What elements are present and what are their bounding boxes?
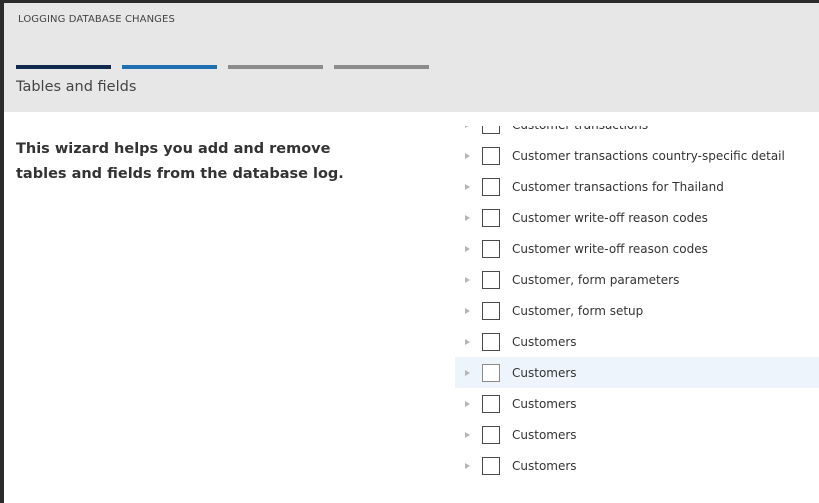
tree-row[interactable]: Customer, form setup: [455, 295, 819, 326]
tree-row-label: Customer write-off reason codes: [512, 241, 708, 256]
chevron-right-icon[interactable]: [465, 126, 470, 128]
tree-row[interactable]: Customer write-off reason codes: [455, 233, 819, 264]
chevron-right-icon[interactable]: [465, 431, 470, 438]
row-checkbox[interactable]: [482, 456, 500, 475]
tree-row[interactable]: Customer transactions: [455, 126, 819, 140]
tree-row-label: Customer write-off reason codes: [512, 210, 708, 225]
chevron-right-icon[interactable]: [465, 307, 470, 314]
row-checkbox[interactable]: [482, 146, 500, 165]
tree-row-label: Customer transactions country-specific d…: [512, 148, 785, 163]
row-checkbox[interactable]: [482, 126, 500, 134]
intro-text: This wizard helps you add and remove tab…: [16, 141, 344, 182]
tree-row[interactable]: Customer transactions for Thailand: [455, 171, 819, 202]
chevron-right-icon[interactable]: [465, 214, 470, 221]
row-checkbox[interactable]: [482, 394, 500, 413]
step-indicator-3: [228, 65, 323, 69]
row-checkbox[interactable]: [482, 239, 500, 258]
tree-row-label: Customers: [512, 396, 577, 411]
chevron-right-icon[interactable]: [465, 400, 470, 407]
tree-row[interactable]: Customers: [455, 419, 819, 450]
tree-row[interactable]: Customer write-off reason codes: [455, 202, 819, 233]
row-checkbox[interactable]: [482, 208, 500, 227]
tree-row-label: Customers: [512, 458, 577, 473]
tree-row-label: Customer, form parameters: [512, 272, 680, 287]
tree-row[interactable]: Customers: [455, 388, 819, 419]
step-indicator-2: [122, 65, 217, 69]
row-checkbox[interactable]: [482, 425, 500, 444]
chevron-right-icon[interactable]: [465, 338, 470, 345]
chevron-right-icon[interactable]: [465, 462, 470, 469]
tree-row[interactable]: Customer, form parameters: [455, 264, 819, 295]
chevron-right-icon[interactable]: [465, 276, 470, 283]
tree-row[interactable]: Customers: [455, 357, 819, 388]
row-checkbox[interactable]: [482, 332, 500, 351]
step-indicator-1: [16, 65, 111, 69]
row-checkbox[interactable]: [482, 301, 500, 320]
tree-row-label: Customers: [512, 365, 577, 380]
tree-row-label: Customer transactions for Thailand: [512, 179, 724, 194]
tree-row-label: Customers: [512, 334, 577, 349]
tree-row[interactable]: Customers: [455, 326, 819, 357]
table-tree[interactable]: Customer transactions Customer transactio…: [455, 126, 819, 503]
wizard-header: LOGGING DATABASE CHANGES Tables and fiel…: [4, 3, 819, 112]
row-checkbox[interactable]: [482, 177, 500, 196]
wizard-name: LOGGING DATABASE CHANGES: [18, 14, 175, 25]
tree-row-label: Customer, form setup: [512, 303, 644, 318]
row-checkbox[interactable]: [482, 270, 500, 289]
step-indicator-4: [334, 65, 429, 69]
tree-row-label: Customer transactions: [512, 126, 648, 132]
chevron-right-icon[interactable]: [465, 245, 470, 252]
chevron-right-icon[interactable]: [465, 183, 470, 190]
step-title: Tables and fields: [16, 79, 137, 95]
tree-row-label: Customers: [512, 427, 577, 442]
chevron-right-icon[interactable]: [465, 152, 470, 159]
tree-row[interactable]: Customers: [455, 450, 819, 481]
chevron-right-icon[interactable]: [465, 369, 470, 376]
tree-row[interactable]: Customer transactions country-specific d…: [455, 140, 819, 171]
row-checkbox[interactable]: [482, 363, 500, 382]
